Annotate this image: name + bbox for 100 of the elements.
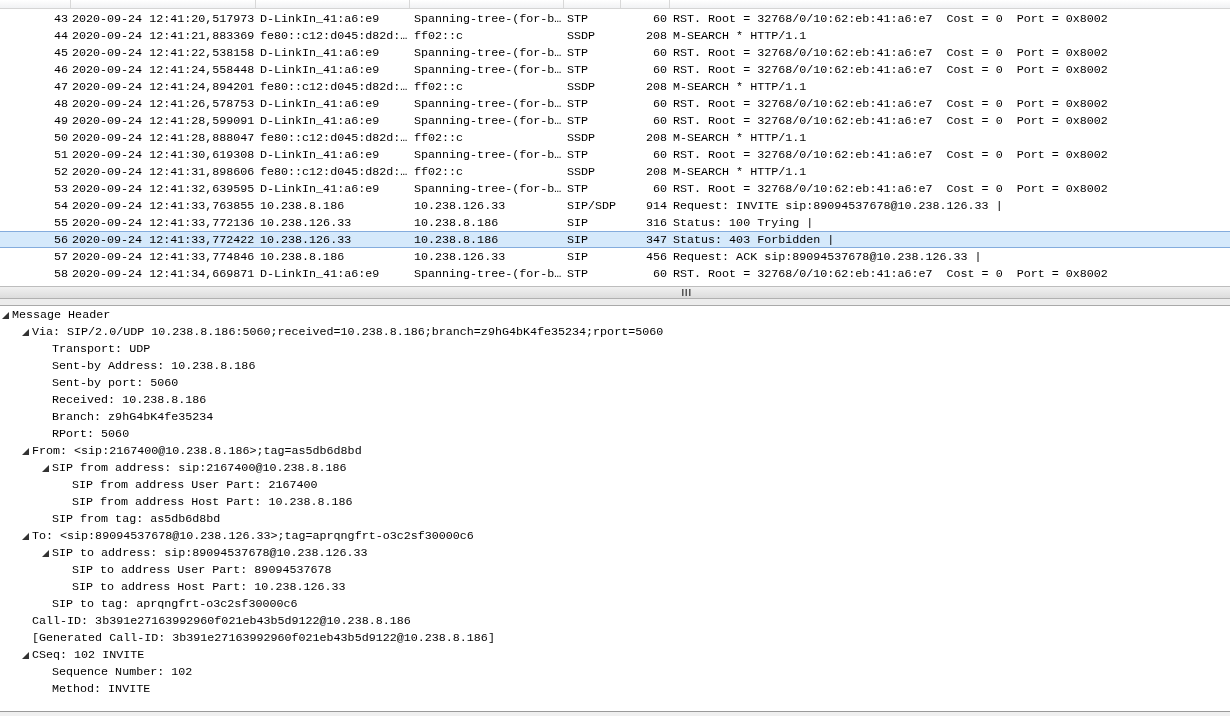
packet-destination: ff02::c bbox=[414, 130, 465, 145]
packet-source: D-LinkIn_41:a6:e9 bbox=[260, 11, 381, 26]
packet-protocol: SIP bbox=[567, 249, 590, 264]
packet-info: M-SEARCH * HTTP/1.1 bbox=[673, 130, 807, 145]
packet-time: 2020-09-24 12:41:22,538158 bbox=[72, 45, 256, 60]
packet-source: D-LinkIn_41:a6:e9 bbox=[260, 96, 381, 111]
tree-item[interactable]: SIP to address User Part: 89094537678 bbox=[72, 562, 332, 579]
packet-length: 60 bbox=[651, 96, 667, 111]
packet-row[interactable]: 49 2020-09-24 12:41:28,599091 D-LinkIn_41:a6:e9 Spanning-tree-(for-b… STP 60 RST. Root = 32768/0/10:62:eb:41:a6:e7 Cost = 0 Port = 0x8002 bbox=[0, 112, 1230, 129]
packet-time: 2020-09-24 12:41:32,639595 bbox=[72, 181, 256, 196]
packet-number: 55 bbox=[52, 215, 68, 230]
packet-time: 2020-09-24 12:41:33,772422 bbox=[72, 232, 256, 247]
packet-info: M-SEARCH * HTTP/1.1 bbox=[673, 28, 807, 43]
packet-row[interactable]: 56 2020-09-24 12:41:33,772422 10.238.126.33 10.238.8.186 SIP 347 Status: 403 Forbidden | bbox=[0, 231, 1230, 248]
packet-info: RST. Root = 32768/0/10:62:eb:41:a6:e7 Cost = 0 Port = 0x8002 bbox=[673, 266, 1108, 281]
tree-item[interactable]: SIP from address User Part: 2167400 bbox=[72, 477, 318, 494]
tree-item[interactable]: Method: INVITE bbox=[52, 681, 151, 698]
tree-item[interactable]: To: <sip:89094537678@10.238.126.33>;tag=aprqngfrt-o3c2sf30000c6 bbox=[32, 528, 474, 545]
tree-item[interactable]: From: <sip:2167400@10.238.8.186>;tag=as5db6d8bd bbox=[32, 443, 362, 460]
packet-destination: 10.238.126.33 bbox=[414, 249, 507, 264]
tree-item[interactable]: SIP to tag: aprqngfrt-o3c2sf30000c6 bbox=[52, 596, 298, 613]
expanded-arrow-icon[interactable] bbox=[22, 533, 29, 540]
packet-length: 60 bbox=[651, 113, 667, 128]
packet-row[interactable]: 48 2020-09-24 12:41:26,578753 D-LinkIn_41:a6:e9 Spanning-tree-(for-b… STP 60 RST. Root = 32768/0/10:62:eb:41:a6:e7 Cost = 0 Port = 0x8002 bbox=[0, 95, 1230, 112]
packet-row[interactable]: 43 2020-09-24 12:41:20,517973 D-LinkIn_41:a6:e9 Spanning-tree-(for-b… STP 60 RST. Root = 32768/0/10:62:eb:41:a6:e7 Cost = 0 Port = 0x8002 bbox=[0, 10, 1230, 27]
tree-item[interactable]: SIP from address: sip:2167400@10.238.8.186 bbox=[52, 460, 347, 477]
expanded-arrow-icon[interactable] bbox=[2, 312, 9, 319]
packet-length: 456 bbox=[644, 249, 667, 264]
packet-info: RST. Root = 32768/0/10:62:eb:41:a6:e7 Cost = 0 Port = 0x8002 bbox=[673, 11, 1108, 26]
tree-item[interactable]: Sent-by Address: 10.238.8.186 bbox=[52, 358, 256, 375]
packet-length: 347 bbox=[644, 232, 667, 247]
packet-number: 58 bbox=[52, 266, 68, 281]
packet-row[interactable]: 52 2020-09-24 12:41:31,898606 fe80::c12:d045:d82d:… ff02::c SSDP 208 M-SEARCH * HTTP/1.1 bbox=[0, 163, 1230, 180]
tree-item[interactable]: Call-ID: 3b391e27163992960f021eb43b5d9122@10.238.8.186 bbox=[32, 613, 411, 630]
packet-row[interactable]: 54 2020-09-24 12:41:33,763855 10.238.8.186 10.238.126.33 SIP/SDP 914 Request: INVITE sip:89094537678@10.238.126.33 | bbox=[0, 197, 1230, 214]
tree-item[interactable]: SIP from tag: as5db6d8bd bbox=[52, 511, 221, 528]
packet-number: 53 bbox=[52, 181, 68, 196]
tree-item[interactable]: Branch: z9hG4bK4fe35234 bbox=[52, 409, 214, 426]
packet-source: 10.238.126.33 bbox=[260, 215, 353, 230]
packet-number: 43 bbox=[52, 11, 68, 26]
tree-item[interactable]: SIP to address Host Part: 10.238.126.33 bbox=[72, 579, 346, 596]
packet-destination: 10.238.8.186 bbox=[414, 232, 500, 247]
tree-item[interactable]: Message Header bbox=[12, 307, 111, 324]
packet-protocol: SSDP bbox=[567, 28, 597, 43]
packet-destination: Spanning-tree-(for-b… bbox=[414, 113, 563, 128]
packet-row[interactable]: 58 2020-09-24 12:41:34,669871 D-LinkIn_41:a6:e9 Spanning-tree-(for-b… STP 60 RST. Root = 32768/0/10:62:eb:41:a6:e7 Cost = 0 Port = 0x8002 bbox=[0, 265, 1230, 282]
tree-item[interactable]: Transport: UDP bbox=[52, 341, 151, 358]
packet-protocol: SSDP bbox=[567, 79, 597, 94]
packet-row[interactable]: 57 2020-09-24 12:41:33,774846 10.238.8.186 10.238.126.33 SIP 456 Request: ACK sip:89094537678@10.238.126.33 | bbox=[0, 248, 1230, 265]
packet-info: Request: ACK sip:89094537678@10.238.126.33 | bbox=[673, 249, 982, 264]
packet-row[interactable]: 51 2020-09-24 12:41:30,619308 D-LinkIn_41:a6:e9 Spanning-tree-(for-b… STP 60 RST. Root = 32768/0/10:62:eb:41:a6:e7 Cost = 0 Port = 0x8002 bbox=[0, 146, 1230, 163]
packet-protocol: SSDP bbox=[567, 164, 597, 179]
tree-item[interactable]: [Generated Call-ID: 3b391e27163992960f021eb43b5d9122@10.238.8.186] bbox=[32, 630, 495, 647]
packet-length: 208 bbox=[644, 28, 667, 43]
packet-row[interactable]: 47 2020-09-24 12:41:24,894201 fe80::c12:d045:d82d:… ff02::c SSDP 208 M-SEARCH * HTTP/1.1 bbox=[0, 78, 1230, 95]
packet-length: 914 bbox=[644, 198, 667, 213]
packet-protocol: STP bbox=[567, 181, 590, 196]
packet-length: 60 bbox=[651, 45, 667, 60]
expanded-arrow-icon[interactable] bbox=[22, 448, 29, 455]
expanded-arrow-icon[interactable] bbox=[42, 465, 49, 472]
packet-number: 51 bbox=[52, 147, 68, 162]
packet-source: 10.238.8.186 bbox=[260, 198, 346, 213]
packet-info: M-SEARCH * HTTP/1.1 bbox=[673, 164, 807, 179]
packet-destination: Spanning-tree-(for-b… bbox=[414, 11, 563, 26]
packet-row[interactable]: 50 2020-09-24 12:41:28,888047 fe80::c12:d045:d82d:… ff02::c SSDP 208 M-SEARCH * HTTP/1.1 bbox=[0, 129, 1230, 146]
packet-row[interactable]: 46 2020-09-24 12:41:24,558448 D-LinkIn_41:a6:e9 Spanning-tree-(for-b… STP 60 RST. Root = 32768/0/10:62:eb:41:a6:e7 Cost = 0 Port = 0x8002 bbox=[0, 61, 1230, 78]
tree-item[interactable]: Sequence Number: 102 bbox=[52, 664, 193, 681]
scroll-grip-icon[interactable] bbox=[681, 289, 691, 296]
packet-row[interactable]: 44 2020-09-24 12:41:21,883369 fe80::c12:d045:d82d:… ff02::c SSDP 208 M-SEARCH * HTTP/1.1 bbox=[0, 27, 1230, 44]
expanded-arrow-icon[interactable] bbox=[22, 329, 29, 336]
tree-item[interactable]: CSeq: 102 INVITE bbox=[32, 647, 145, 664]
tree-item[interactable]: Sent-by port: 5060 bbox=[52, 375, 179, 392]
packet-source: 10.238.8.186 bbox=[260, 249, 346, 264]
expanded-arrow-icon[interactable] bbox=[22, 652, 29, 659]
packet-row[interactable]: 53 2020-09-24 12:41:32,639595 D-LinkIn_41:a6:e9 Spanning-tree-(for-b… STP 60 RST. Root = 32768/0/10:62:eb:41:a6:e7 Cost = 0 Port = 0x8002 bbox=[0, 180, 1230, 197]
packet-length: 60 bbox=[651, 11, 667, 26]
packet-source: D-LinkIn_41:a6:e9 bbox=[260, 147, 381, 162]
packet-length: 60 bbox=[651, 266, 667, 281]
packet-info: Status: 403 Forbidden | bbox=[673, 232, 835, 247]
packet-source: fe80::c12:d045:d82d:… bbox=[260, 130, 409, 145]
tree-item[interactable]: SIP to address: sip:89094537678@10.238.126.33 bbox=[52, 545, 368, 562]
packet-time: 2020-09-24 12:41:34,669871 bbox=[72, 266, 256, 281]
horizontal-scrollbar[interactable] bbox=[0, 286, 1230, 299]
tree-item[interactable]: Via: SIP/2.0/UDP 10.238.8.186:5060;received=10.238.8.186;branch=z9hG4bK4fe35234;rport=5060 bbox=[32, 324, 664, 341]
packet-info: Status: 100 Trying | bbox=[673, 215, 814, 230]
packet-row[interactable]: 55 2020-09-24 12:41:33,772136 10.238.126.33 10.238.8.186 SIP 316 Status: 100 Trying | bbox=[0, 214, 1230, 231]
tree-item[interactable]: SIP from address Host Part: 10.238.8.186 bbox=[72, 494, 353, 511]
packet-time: 2020-09-24 12:41:33,772136 bbox=[72, 215, 256, 230]
packet-protocol: STP bbox=[567, 96, 590, 111]
packet-source: D-LinkIn_41:a6:e9 bbox=[260, 62, 381, 77]
tree-item[interactable]: RPort: 5060 bbox=[52, 426, 130, 443]
tree-item[interactable]: Received: 10.238.8.186 bbox=[52, 392, 207, 409]
packet-source: D-LinkIn_41:a6:e9 bbox=[260, 45, 381, 60]
expanded-arrow-icon[interactable] bbox=[42, 550, 49, 557]
packet-time: 2020-09-24 12:41:28,599091 bbox=[72, 113, 256, 128]
packet-number: 46 bbox=[52, 62, 68, 77]
packet-length: 60 bbox=[651, 62, 667, 77]
packet-destination: ff02::c bbox=[414, 164, 465, 179]
packet-number: 57 bbox=[52, 249, 68, 264]
packet-row[interactable]: 45 2020-09-24 12:41:22,538158 D-LinkIn_41:a6:e9 Spanning-tree-(for-b… STP 60 RST. Root = 32768/0/10:62:eb:41:a6:e7 Cost = 0 Port = 0x8002 bbox=[0, 44, 1230, 61]
